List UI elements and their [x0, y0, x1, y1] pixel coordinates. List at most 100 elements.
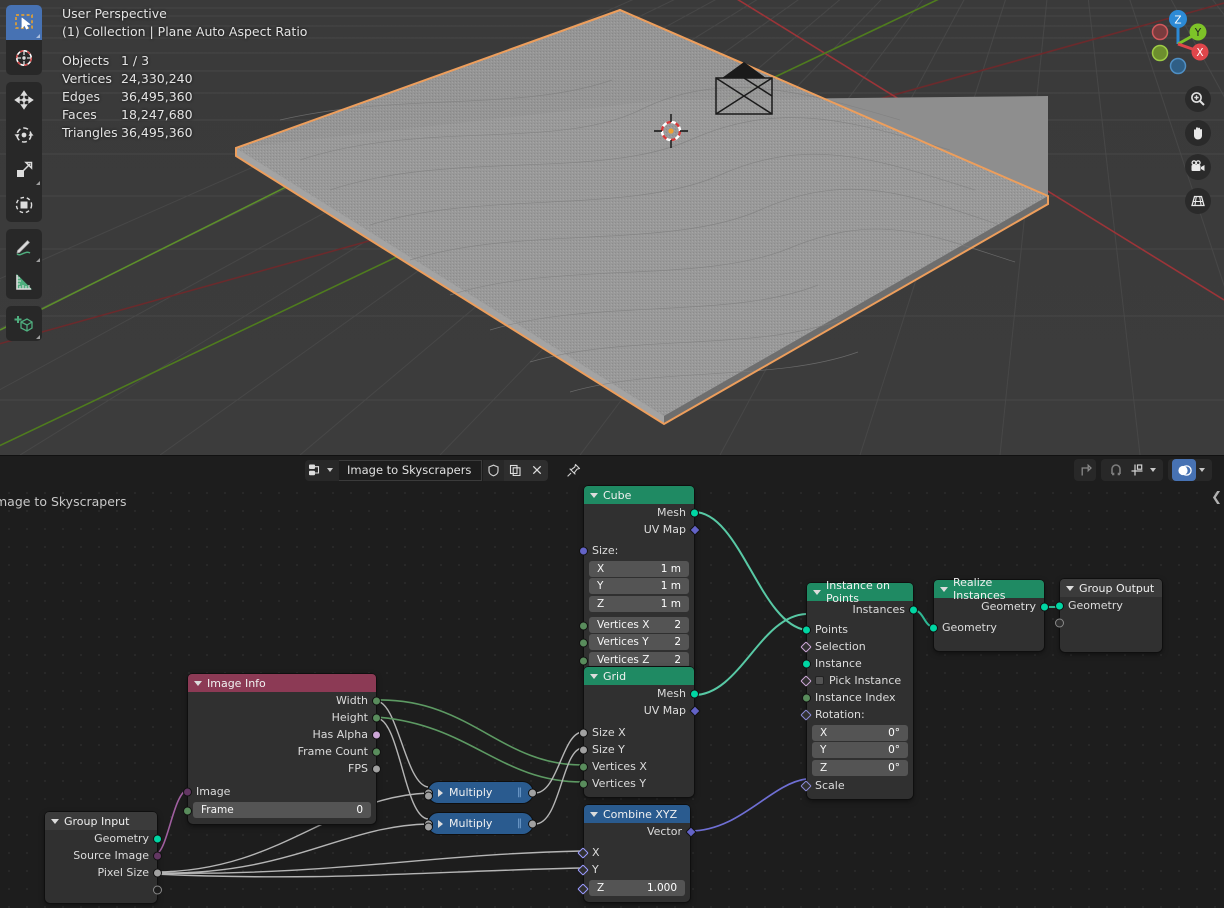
- socket-vertices-z-in[interactable]: [579, 656, 588, 665]
- socket-b-in[interactable]: [424, 792, 433, 801]
- duplicate-datablock-button[interactable]: [504, 460, 526, 481]
- socket-frame-in[interactable]: [183, 806, 192, 815]
- node-header-realize-instances[interactable]: Realize Instances: [934, 580, 1044, 598]
- rotate-tool[interactable]: [6, 117, 42, 152]
- chevron-down-icon[interactable]: [51, 819, 59, 824]
- node-group-input[interactable]: Group Input Geometry Source Image Pixel …: [45, 812, 157, 903]
- vertices-x-field[interactable]: Vertices X 2: [589, 617, 689, 633]
- toggle-ortho-button[interactable]: [1185, 188, 1211, 214]
- chevron-down-icon[interactable]: [1066, 586, 1074, 591]
- node-header-combine-xyz[interactable]: Combine XYZ: [584, 805, 690, 823]
- navigation-gizmo[interactable]: Z Y X: [1140, 4, 1216, 80]
- size-z-field[interactable]: Z 1 m: [589, 596, 689, 612]
- camera-view-button[interactable]: [1185, 154, 1211, 180]
- socket-size-x-in[interactable]: [579, 728, 588, 737]
- browse-node-tree-button[interactable]: [305, 460, 339, 481]
- socket-frame-count-out[interactable]: [372, 747, 381, 756]
- transform-tool[interactable]: [6, 187, 42, 222]
- socket-instances-out[interactable]: [909, 605, 918, 614]
- z-field[interactable]: Z 1.000: [589, 880, 685, 896]
- zoom-view-button[interactable]: [1185, 86, 1211, 112]
- snap-magnet-button[interactable]: [1105, 463, 1127, 477]
- snap-element-button[interactable]: [1127, 463, 1147, 477]
- socket-size-in[interactable]: [579, 546, 588, 555]
- chevron-down-icon[interactable]: [194, 681, 202, 686]
- socket-mesh-out[interactable]: [690, 689, 699, 698]
- socket-virtual-in[interactable]: [1055, 618, 1064, 627]
- socket-value-out[interactable]: [528, 788, 537, 797]
- pick-instance-checkbox[interactable]: [815, 676, 824, 685]
- toggle-overlays-button[interactable]: [1172, 459, 1196, 481]
- chevron-down-icon[interactable]: [590, 674, 598, 679]
- socket-has-alpha-out[interactable]: [372, 730, 381, 739]
- node-header-instance-on-points[interactable]: Instance on Points: [807, 583, 913, 601]
- socket-mesh-out[interactable]: [690, 508, 699, 517]
- go-to-parent-button[interactable]: [1074, 459, 1096, 481]
- socket-y-in[interactable]: [577, 864, 588, 875]
- pin-button[interactable]: [562, 460, 584, 481]
- node-multiply-2[interactable]: Multiply ‖: [428, 813, 533, 834]
- node-multiply-1[interactable]: Multiply ‖: [428, 782, 533, 803]
- move-tool[interactable]: [6, 82, 42, 117]
- cursor-tool[interactable]: [6, 40, 42, 75]
- node-header-group-output[interactable]: Group Output: [1060, 579, 1162, 597]
- rotation-y-field[interactable]: Y 0°: [812, 742, 908, 758]
- node-combine-xyz[interactable]: Combine XYZ Vector X Y Z 1.000: [584, 805, 690, 902]
- socket-pixel-size-out[interactable]: [153, 868, 162, 877]
- 3d-viewport[interactable]: User Perspective (1) Collection | Plane …: [0, 0, 1224, 455]
- socket-source-image-out[interactable]: [153, 851, 162, 860]
- node-realize-instances[interactable]: Realize Instances Geometry Geometry: [934, 580, 1044, 651]
- vertices-y-field[interactable]: Vertices Y 2: [589, 634, 689, 650]
- socket-instance-index-in[interactable]: [802, 693, 811, 702]
- socket-geometry-in[interactable]: [1055, 601, 1064, 610]
- socket-vertices-y-in[interactable]: [579, 639, 588, 648]
- rotation-x-field[interactable]: X 0°: [812, 725, 908, 741]
- chevron-down-icon[interactable]: [590, 493, 598, 498]
- chevron-down-icon[interactable]: [940, 587, 948, 592]
- chevron-down-icon[interactable]: [1150, 468, 1156, 472]
- fake-user-button[interactable]: [482, 460, 504, 481]
- socket-virtual-out[interactable]: [153, 885, 162, 894]
- size-y-field[interactable]: Y 1 m: [589, 578, 689, 594]
- socket-pick-instance-in[interactable]: [800, 675, 811, 686]
- socket-vertices-x-in[interactable]: [579, 762, 588, 771]
- socket-instance-in[interactable]: [802, 659, 811, 668]
- node-header-grid[interactable]: Grid: [584, 667, 694, 685]
- frame-field[interactable]: Frame 0: [193, 802, 371, 818]
- socket-vector-out[interactable]: [685, 826, 696, 837]
- tweak-select-box-tool[interactable]: [6, 5, 42, 40]
- socket-rotation-in[interactable]: [800, 709, 811, 720]
- datablock-name-field[interactable]: Image to Skyscrapers: [339, 460, 482, 481]
- rotation-z-field[interactable]: Z 0°: [812, 760, 908, 776]
- node-instance-on-points[interactable]: Instance on Points Instances Points Sele…: [807, 583, 913, 799]
- node-grid[interactable]: Grid Mesh UV Map Size X Size Y Vert: [584, 667, 694, 797]
- socket-z-in[interactable]: [577, 883, 588, 894]
- unlink-datablock-button[interactable]: [526, 460, 548, 481]
- socket-uv-map-out[interactable]: [689, 705, 700, 716]
- socket-vertices-y-in[interactable]: [579, 779, 588, 788]
- node-cube[interactable]: Cube Mesh UV Map Size: X 1 m: [584, 486, 694, 674]
- node-image-info[interactable]: Image Info Width Height Has Alpha Frame …: [188, 674, 376, 824]
- node-header-image-info[interactable]: Image Info: [188, 674, 376, 692]
- socket-height-out[interactable]: [372, 713, 381, 722]
- socket-b-in[interactable]: [424, 823, 433, 832]
- pan-view-button[interactable]: [1185, 120, 1211, 146]
- node-header-group-input[interactable]: Group Input: [45, 812, 157, 830]
- chevron-right-icon[interactable]: [438, 820, 443, 828]
- vertices-z-field[interactable]: Vertices Z 2: [589, 652, 689, 668]
- chevron-right-icon[interactable]: [438, 789, 443, 797]
- socket-vertices-x-in[interactable]: [579, 621, 588, 630]
- geometry-node-editor[interactable]: mage to Skyscrapers ❮ Gr: [0, 484, 1224, 908]
- socket-size-y-in[interactable]: [579, 745, 588, 754]
- socket-x-in[interactable]: [577, 847, 588, 858]
- node-group-output[interactable]: Group Output Geometry: [1060, 579, 1162, 652]
- socket-value-out[interactable]: [528, 819, 537, 828]
- socket-points-in[interactable]: [802, 625, 811, 634]
- socket-uv-map-out[interactable]: [689, 524, 700, 535]
- chevron-down-icon[interactable]: [590, 812, 598, 817]
- socket-geometry-in[interactable]: [929, 623, 938, 632]
- socket-scale-in[interactable]: [800, 780, 811, 791]
- size-x-field[interactable]: X 1 m: [589, 561, 689, 577]
- socket-geometry-out[interactable]: [1040, 602, 1049, 611]
- socket-image-in[interactable]: [183, 787, 192, 796]
